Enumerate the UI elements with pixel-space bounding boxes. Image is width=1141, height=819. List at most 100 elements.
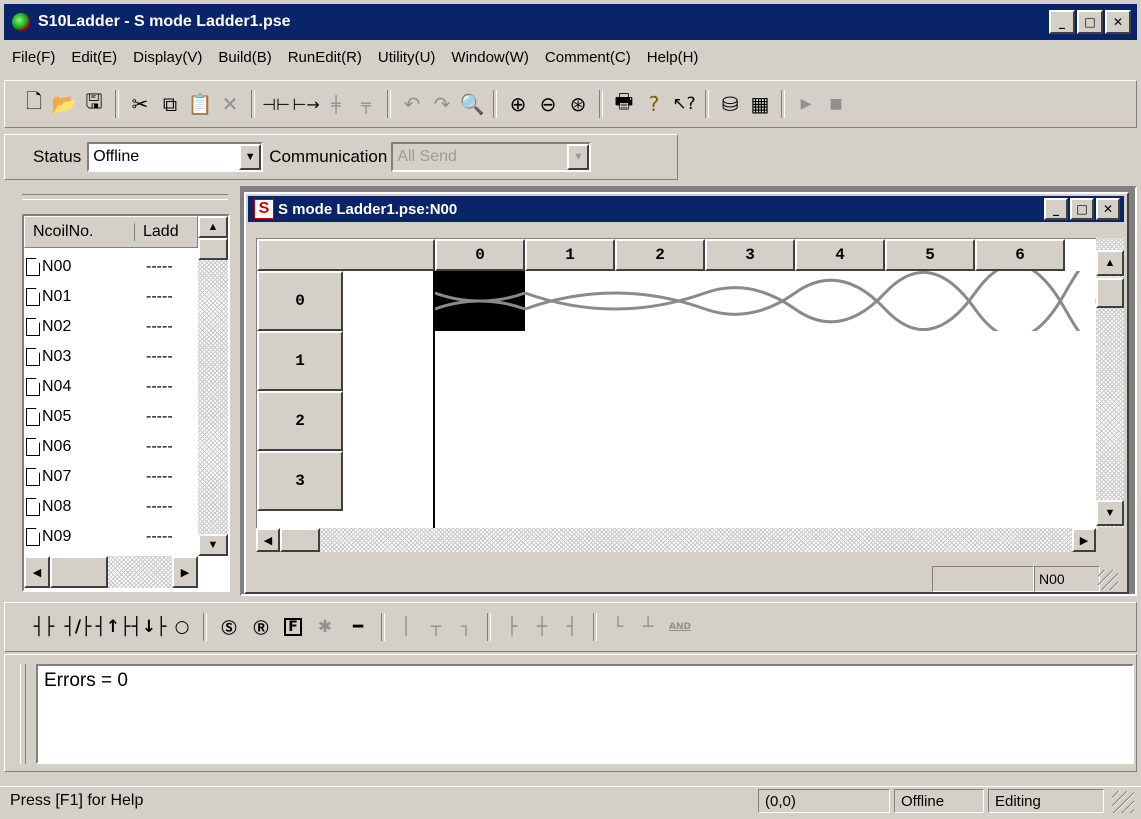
status-dropdown[interactable]: Offline ▼: [87, 142, 264, 172]
minimize-button[interactable]: _: [1044, 198, 1068, 220]
branch-left-t-icon[interactable]: ├: [497, 612, 527, 642]
output-text-area[interactable]: Errors = 0: [36, 664, 1134, 764]
print-icon[interactable]: 🖶: [609, 89, 639, 119]
branch-bottom-t-icon[interactable]: ┴: [633, 612, 663, 642]
context-help-icon[interactable]: ↖?: [669, 89, 699, 119]
scroll-left-icon[interactable]: ◀: [24, 556, 50, 588]
chevron-down-icon[interactable]: ▼: [567, 144, 590, 170]
scroll-up-icon[interactable]: ▲: [198, 216, 228, 238]
contact-rise-icon[interactable]: ┤↑├: [95, 612, 131, 642]
chevron-down-icon[interactable]: ▼: [239, 144, 262, 170]
stop-icon[interactable]: ■: [821, 89, 851, 119]
coil-icon[interactable]: ○: [167, 612, 197, 642]
ladder-window-titlebar[interactable]: S S mode Ladder1.pse:N00 _ □ ✕: [248, 196, 1124, 222]
scroll-left-icon[interactable]: ◀: [256, 528, 280, 552]
row-header[interactable]: 2: [257, 391, 343, 451]
undo-icon[interactable]: ↶: [397, 89, 427, 119]
zoom-out-icon[interactable]: ⊖: [533, 89, 563, 119]
coil-list-vscroll[interactable]: ▲ ▼: [198, 216, 228, 556]
list-item[interactable]: N01 -----: [26, 282, 196, 312]
row-header[interactable]: 1: [257, 331, 343, 391]
branch-right-icon[interactable]: ┐: [451, 612, 481, 642]
coil-list-hscroll[interactable]: ◀ ▶: [24, 556, 198, 588]
download-icon[interactable]: ⛁: [715, 89, 745, 119]
menu-file[interactable]: File(F): [12, 49, 55, 66]
open-folder-icon[interactable]: 📂: [49, 89, 79, 119]
communication-dropdown[interactable]: All Send ▼: [391, 142, 592, 172]
scroll-down-icon[interactable]: ▼: [1096, 500, 1124, 526]
list-item[interactable]: N05 -----: [26, 402, 196, 432]
scroll-thumb[interactable]: [280, 528, 320, 552]
scroll-thumb[interactable]: [1096, 278, 1124, 308]
menu-comment[interactable]: Comment(C): [545, 49, 631, 66]
calendar-icon[interactable]: ▦: [745, 89, 775, 119]
menu-utility[interactable]: Utility(U): [378, 49, 436, 66]
vertical-line-icon[interactable]: │: [391, 612, 421, 642]
list-item[interactable]: N07 -----: [26, 462, 196, 492]
ladder-vscroll[interactable]: ▲ ▼: [1096, 238, 1124, 528]
insert-column-icon[interactable]: ⊣⊢: [261, 89, 291, 119]
redo-icon[interactable]: ↷: [427, 89, 457, 119]
branch-cross-icon[interactable]: ┼: [527, 612, 557, 642]
wildcard-icon[interactable]: ✱: [309, 612, 341, 642]
column-header[interactable]: 1: [525, 239, 615, 271]
find-icon[interactable]: 🔍: [457, 89, 487, 119]
branch-corner-icon[interactable]: └: [603, 612, 633, 642]
list-item[interactable]: N09 -----: [26, 522, 196, 552]
column-header[interactable]: 5: [885, 239, 975, 271]
and-block-icon[interactable]: AND: [663, 612, 697, 642]
column-header[interactable]: 0: [435, 239, 525, 271]
menu-display[interactable]: Display(V): [133, 49, 202, 66]
new-file-icon[interactable]: 🗋: [19, 89, 49, 119]
help-icon[interactable]: ?: [639, 89, 669, 119]
menu-edit[interactable]: Edit(E): [71, 49, 117, 66]
cut-icon[interactable]: ✂: [125, 89, 155, 119]
minimize-button[interactable]: _: [1049, 10, 1075, 34]
branch-t-icon[interactable]: ┬: [421, 612, 451, 642]
zoom-in-icon[interactable]: ⊕: [503, 89, 533, 119]
contact-fall-icon[interactable]: ┤↓├: [131, 612, 167, 642]
menu-runedit[interactable]: RunEdit(R): [288, 49, 362, 66]
list-item[interactable]: N00 -----: [26, 252, 196, 282]
list-item[interactable]: N08 -----: [26, 492, 196, 522]
close-button[interactable]: ✕: [1096, 198, 1120, 220]
scroll-up-icon[interactable]: ▲: [1096, 250, 1124, 276]
delete-column-icon[interactable]: ╪: [321, 89, 351, 119]
maximize-button[interactable]: □: [1077, 10, 1103, 34]
insert-row-icon[interactable]: ⊢→: [291, 89, 321, 119]
save-icon[interactable]: 🖫: [79, 89, 109, 119]
close-button[interactable]: ✕: [1105, 10, 1131, 34]
maximize-button[interactable]: □: [1070, 198, 1094, 220]
column-header[interactable]: 3: [705, 239, 795, 271]
scroll-thumb[interactable]: [50, 556, 108, 588]
resize-grip-icon[interactable]: [1112, 791, 1134, 813]
copy-icon[interactable]: ⧉: [155, 89, 185, 119]
list-item[interactable]: N06 -----: [26, 432, 196, 462]
output-panel-grip[interactable]: [20, 664, 26, 764]
delete-icon[interactable]: ✕: [215, 89, 245, 119]
contact-no-icon[interactable]: ┤├: [27, 612, 61, 642]
header-coil-no[interactable]: NcoilNo.: [25, 223, 135, 241]
resize-grip-icon[interactable]: [1098, 570, 1118, 590]
column-header[interactable]: 4: [795, 239, 885, 271]
set-coil-icon[interactable]: Ⓢ: [213, 612, 245, 642]
menu-build[interactable]: Build(B): [218, 49, 271, 66]
scroll-thumb[interactable]: [198, 238, 228, 260]
menu-window[interactable]: Window(W): [451, 49, 529, 66]
function-icon[interactable]: F: [277, 612, 309, 642]
column-header[interactable]: 2: [615, 239, 705, 271]
scroll-right-icon[interactable]: ▶: [172, 556, 198, 588]
coil-panel-grip[interactable]: [22, 194, 228, 200]
run-icon[interactable]: ▶: [791, 89, 821, 119]
branch-right-t-icon[interactable]: ┤: [557, 612, 587, 642]
paste-icon[interactable]: 📋: [185, 89, 215, 119]
menu-help[interactable]: Help(H): [647, 49, 699, 66]
list-item[interactable]: N02 -----: [26, 312, 196, 342]
app-titlebar[interactable]: S10Ladder - S mode Ladder1.pse _ □ ✕: [4, 4, 1137, 40]
reset-coil-icon[interactable]: Ⓡ: [245, 612, 277, 642]
delete-row-icon[interactable]: ╤: [351, 89, 381, 119]
ladder-hscroll[interactable]: ◀ ▶: [256, 528, 1096, 552]
list-item[interactable]: N03 -----: [26, 342, 196, 372]
row-header[interactable]: 0: [257, 271, 343, 331]
list-item[interactable]: N04 -----: [26, 372, 196, 402]
